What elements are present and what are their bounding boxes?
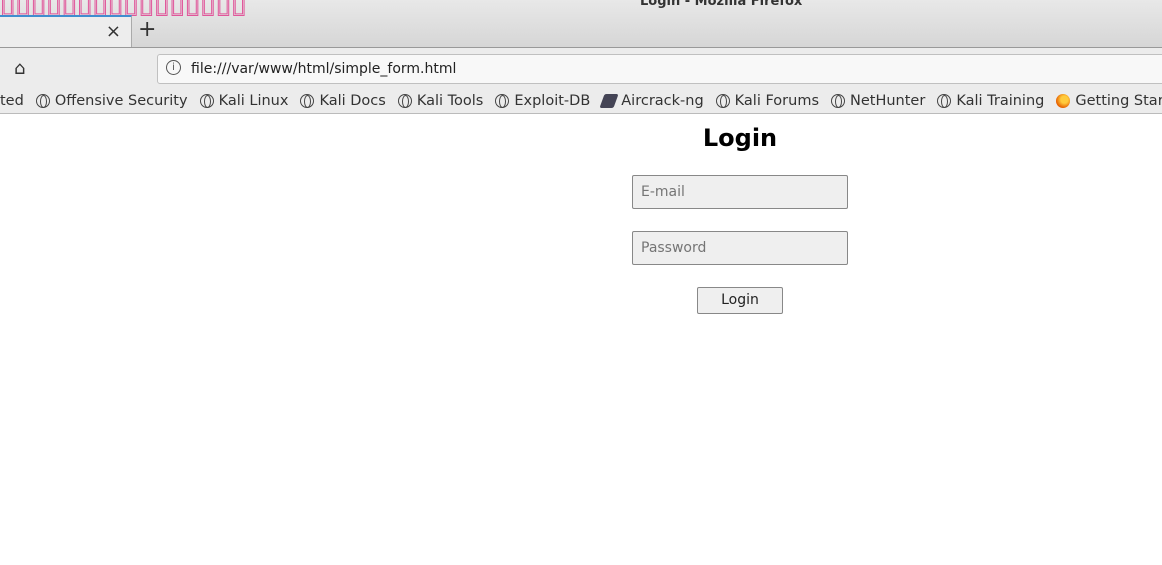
- new-tab-button[interactable]: +: [138, 17, 156, 42]
- navigation-bar: ⌂ i file:///var/www/html/simple_form.htm…: [0, 47, 1162, 89]
- close-tab-icon[interactable]: ×: [106, 21, 121, 42]
- title-bar: ▯▯▯▯▯▯▯▯▯▯▯▯▯▯▯▯ Login - Mozilla Firefox…: [0, 0, 1162, 48]
- bookmark-label: Kali Training: [956, 93, 1045, 109]
- globe-icon: [397, 94, 412, 108]
- url-bar[interactable]: i file:///var/www/html/simple_form.html: [157, 54, 1162, 84]
- bookmark-item[interactable]: Kali Training: [937, 93, 1044, 109]
- page-content: Login Login: [0, 114, 1162, 565]
- bookmark-item[interactable]: Aircrack-ng: [599, 93, 704, 109]
- bookmark-label: Kali Linux: [218, 93, 289, 109]
- active-tab[interactable]: ×: [0, 15, 132, 48]
- globe-icon: [199, 94, 214, 108]
- bookmark-item[interactable]: Kali Forums: [715, 93, 820, 109]
- bookmark-label: Getting Started: [1075, 93, 1162, 109]
- bookmark-item[interactable]: Kali Tools: [397, 93, 484, 109]
- globe-icon: [937, 94, 952, 108]
- bookmark-label: Exploit-DB: [514, 93, 591, 109]
- bookmarks-toolbar: ted Offensive Security Kali Linux Kali Docs…: [0, 89, 1162, 114]
- email-input[interactable]: [632, 175, 848, 209]
- login-button[interactable]: Login: [697, 287, 783, 314]
- bookmark-item[interactable]: Exploit-DB: [495, 93, 590, 109]
- home-icon[interactable]: ⌂: [14, 58, 25, 79]
- bookmark-label: Offensive Security: [54, 93, 188, 109]
- url-text[interactable]: file:///var/www/html/simple_form.html: [191, 61, 456, 77]
- bookmark-item[interactable]: Getting Started: [1056, 93, 1162, 109]
- globe-icon: [300, 94, 315, 108]
- bookmark-label: Kali Tools: [416, 93, 484, 109]
- firefox-icon: [1056, 94, 1071, 108]
- bookmark-item[interactable]: NetHunter: [831, 93, 925, 109]
- info-icon[interactable]: i: [166, 60, 181, 75]
- aircrack-icon: [599, 94, 619, 108]
- bookmark-label: Kali Docs: [319, 93, 386, 109]
- bookmark-label: NetHunter: [850, 93, 926, 109]
- watermark: ▯▯▯▯▯▯▯▯▯▯▯▯▯▯▯▯: [0, 0, 247, 20]
- bookmark-item[interactable]: Offensive Security: [35, 93, 188, 109]
- password-input[interactable]: [632, 231, 848, 265]
- window-title: Login - Mozilla Firefox: [640, 0, 803, 9]
- page-title: Login: [702, 124, 778, 152]
- bookmark-item[interactable]: ted: [0, 93, 24, 109]
- bookmark-label: ted: [0, 93, 24, 109]
- bookmark-label: Aircrack-ng: [621, 93, 704, 109]
- bookmark-item[interactable]: Kali Docs: [300, 93, 386, 109]
- globe-icon: [715, 94, 730, 108]
- bookmark-item[interactable]: Kali Linux: [199, 93, 289, 109]
- bookmark-label: Kali Forums: [734, 93, 820, 109]
- globe-icon: [35, 94, 50, 108]
- globe-icon: [831, 94, 846, 108]
- globe-icon: [495, 94, 510, 108]
